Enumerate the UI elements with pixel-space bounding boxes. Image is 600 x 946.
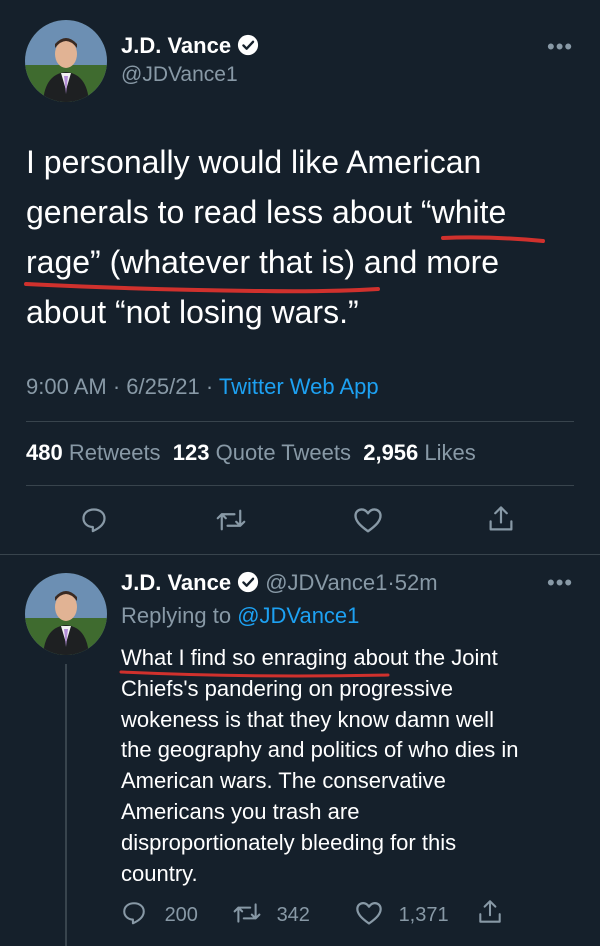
reply-text-line: country. <box>121 860 198 886</box>
reply-age[interactable]: 52m <box>395 570 438 595</box>
reply-retweet-button[interactable]: 342 <box>233 900 310 927</box>
reply-author-avatar[interactable] <box>25 573 107 655</box>
tweet-text-line: about “not losing wars.” <box>26 294 359 330</box>
reply-text-line: American wars. The conservative <box>121 768 446 794</box>
retweet-icon[interactable] <box>216 506 246 534</box>
verified-badge-icon <box>237 34 259 56</box>
quotes-stat[interactable]: 123 Quote Tweets <box>173 440 351 465</box>
share-icon <box>477 898 503 926</box>
tweet-text-line: I personally would like American <box>26 144 482 180</box>
tweet-meta: 9:00 AM · 6/25/21 · Twitter Web App <box>26 374 379 399</box>
tweet-body: I personally would like American general… <box>26 137 506 337</box>
divider <box>26 421 574 422</box>
tweet-stats: 480 Retweets 123 Quote Tweets 2,956 Like… <box>26 440 476 466</box>
reply-share-button[interactable] <box>477 898 503 932</box>
verified-badge-icon <box>237 571 259 593</box>
tweet-text-line: rage” (whatever that is) and more <box>26 244 500 280</box>
reply-text-line: the geography and politics of who dies i… <box>121 737 519 763</box>
replying-to-label: Replying to <box>121 603 232 628</box>
thread-line <box>65 664 67 946</box>
retweet-icon <box>233 900 261 926</box>
like-count: 1,371 <box>398 904 449 926</box>
reply-text-line: What I find so enraging about the Joint <box>121 645 498 670</box>
tweet-date: 6/25/21 <box>126 374 200 399</box>
reply-text-line: disproportionately bleeding for this <box>121 829 457 855</box>
reply-text-line: wokeness is that they know damn well <box>121 706 494 732</box>
reply-text-line: Chiefs's pandering on progressive <box>121 675 453 701</box>
divider <box>26 485 574 486</box>
reply-count: 200 <box>164 904 198 926</box>
reply-like-button[interactable]: 1,371 <box>355 900 449 927</box>
share-icon[interactable] <box>487 504 515 534</box>
like-icon[interactable] <box>353 506 383 534</box>
reply-body: What I find so enraging about the Joint … <box>121 643 518 889</box>
author-handle[interactable]: @JDVance1 <box>121 63 238 87</box>
tweet-source-link[interactable]: Twitter Web App <box>219 374 379 399</box>
reply-reply-button[interactable]: 200 <box>121 900 198 927</box>
reply-author-name[interactable]: J.D. Vance <box>121 570 231 595</box>
reply-text-line: Americans you trash are <box>121 798 360 824</box>
section-divider <box>0 554 600 555</box>
reply-more-options-icon[interactable]: ••• <box>547 570 573 596</box>
reply-author-handle[interactable]: @JDVance1 <box>265 570 387 595</box>
author-avatar[interactable] <box>25 20 107 102</box>
author-name[interactable]: J.D. Vance <box>121 33 231 58</box>
likes-stat[interactable]: 2,956 Likes <box>363 440 476 465</box>
reply-icon <box>121 900 147 926</box>
like-icon <box>355 900 383 926</box>
tweet-text-line: generals to read less about “white <box>26 194 507 230</box>
reply-icon[interactable] <box>80 506 108 534</box>
retweets-stat[interactable]: 480 Retweets <box>26 440 161 465</box>
reply-actions: 200 342 1,371 <box>121 900 511 930</box>
more-options-icon[interactable]: ••• <box>547 34 573 60</box>
replying-to-handle[interactable]: @JDVance1 <box>237 603 359 628</box>
retweet-count: 342 <box>276 904 310 926</box>
tweet-time: 9:00 AM <box>26 374 107 399</box>
